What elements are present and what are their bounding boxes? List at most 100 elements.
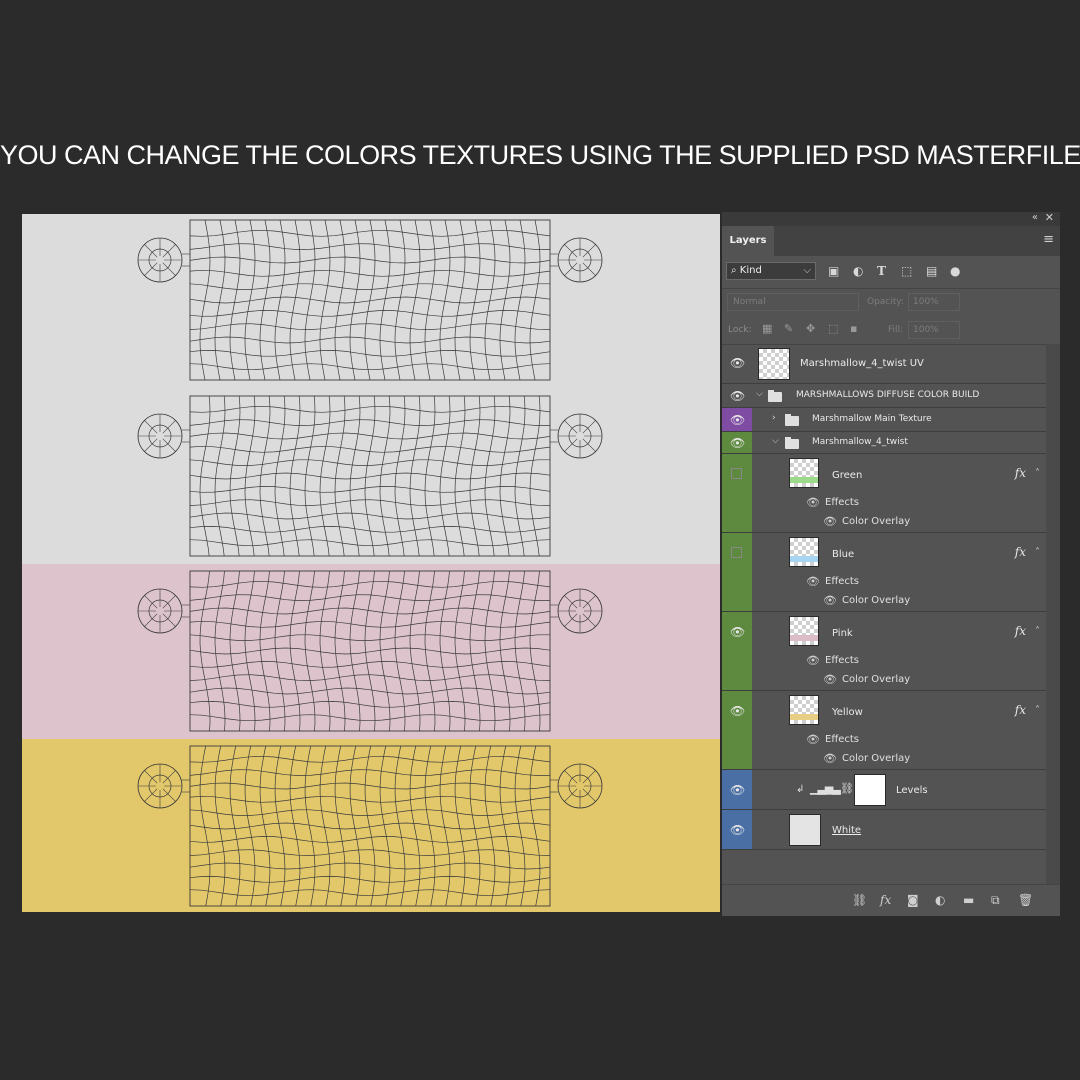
uv-cap-spoke <box>582 438 596 452</box>
uv-mesh-line <box>189 419 551 426</box>
layer-row-main-texture-group[interactable]: 👁 › Marshmallow Main Texture <box>722 408 1046 432</box>
delete-layer-icon[interactable]: 🗑 <box>1018 893 1033 907</box>
fx-icon[interactable]: fx <box>1015 624 1026 638</box>
uv-mesh-line <box>334 745 346 907</box>
uv-mesh-line <box>289 570 301 732</box>
new-adjustment-icon[interactable]: ◐ <box>935 893 945 907</box>
panel-tab-strip: Layers ≡ <box>722 226 1060 256</box>
effects-label: Effects <box>825 655 859 666</box>
folder-icon <box>785 437 799 449</box>
eye-icon[interactable]: 👁 <box>806 575 820 588</box>
link-layers-icon[interactable]: ⛓ <box>852 893 867 907</box>
pixel-filter-icon[interactable]: ▣ <box>828 264 839 278</box>
layer-name: Yellow <box>832 707 863 718</box>
eye-icon[interactable]: 👁 <box>806 654 820 667</box>
chevron-up-icon[interactable]: ˄ <box>1035 705 1040 716</box>
layer-row-twist-group[interactable]: 👁 ⌵ Marshmallow_4_twist <box>722 432 1046 454</box>
new-layer-icon[interactable]: ⧉ <box>991 893 1000 908</box>
layer-row-uv[interactable]: 👁 Marshmallow_4_twist UV <box>722 344 1046 384</box>
chevron-up-icon[interactable]: ˄ <box>1035 626 1040 637</box>
filter-toggle-icon[interactable]: ● <box>950 264 960 278</box>
color-label-green <box>722 454 752 532</box>
fx-icon[interactable]: fx <box>1015 703 1026 717</box>
eye-icon[interactable]: 👁 <box>730 823 745 837</box>
layer-row-levels[interactable]: 👁 ↲ ▁▃▅▃ ⛓ Levels <box>722 770 1046 810</box>
eye-icon[interactable]: 👁 <box>806 496 820 509</box>
uv-mesh-line <box>454 219 466 381</box>
uv-mesh-line <box>439 395 451 557</box>
uv-cap-spoke <box>564 788 578 802</box>
layer-row-white[interactable]: 👁 White <box>722 810 1046 850</box>
layer-row-yellow[interactable]: 👁 Yellow fx ˄ 👁 Effects 👁 Color Overlay <box>722 691 1046 770</box>
chevron-up-icon[interactable]: ˄ <box>1035 468 1040 479</box>
chevron-down-icon[interactable]: ⌵ <box>772 436 779 446</box>
uv-mesh-line <box>189 499 551 506</box>
blend-mode-select[interactable]: Normal <box>727 293 859 311</box>
add-style-icon[interactable]: fx <box>880 893 891 907</box>
eye-icon[interactable]: 👁 <box>823 752 837 765</box>
new-group-icon[interactable]: ▬ <box>963 893 974 907</box>
eye-icon[interactable]: 👁 <box>823 594 837 607</box>
lock-transparent-icon[interactable]: ▦ <box>762 322 772 335</box>
layer-row-diffuse-group[interactable]: 👁 ⌵ MARSHMALLOWS DIFFUSE COLOR BUILD <box>722 384 1046 408</box>
uv-mesh-line <box>214 219 226 381</box>
chevron-up-icon[interactable]: ˄ <box>1035 547 1040 558</box>
eye-icon[interactable]: 👁 <box>823 673 837 686</box>
lock-image-icon[interactable]: ✎ <box>784 322 793 335</box>
fill-input[interactable]: 100% <box>908 321 960 339</box>
panel-menu-icon[interactable]: ≡ <box>1043 232 1054 247</box>
uv-mesh-line <box>189 755 551 763</box>
layer-row-green[interactable]: Green fx ˄ 👁 Effects 👁 Color Overlay <box>722 454 1046 533</box>
uv-cap-spoke <box>564 244 578 258</box>
uv-mesh-line <box>214 570 226 732</box>
layer-thumbnail <box>789 458 819 488</box>
shape-filter-icon[interactable]: ⬚ <box>901 264 912 278</box>
chevron-right-icon[interactable]: › <box>772 413 776 423</box>
eye-icon[interactable]: 👁 <box>730 413 745 427</box>
eye-icon[interactable]: 👁 <box>730 783 745 797</box>
eye-icon[interactable]: 👁 <box>730 389 745 403</box>
uv-mesh-line <box>189 714 551 722</box>
uv-mesh-line <box>409 745 421 907</box>
layer-thumbnail <box>789 695 819 725</box>
effect-name: Color Overlay <box>842 674 911 685</box>
chevron-down-icon[interactable]: ⌵ <box>756 389 763 399</box>
lock-all-icon[interactable]: ▪ <box>850 322 857 335</box>
uv-mesh-line <box>529 395 541 557</box>
eye-icon[interactable]: 👁 <box>730 625 745 639</box>
layer-row-pink[interactable]: 👁 Pink fx ˄ 👁 Effects 👁 Color Overlay <box>722 612 1046 691</box>
collapse-panel-icon[interactable]: « <box>1032 212 1038 223</box>
link-icon[interactable]: ⛓ <box>840 782 854 795</box>
uv-mesh-line <box>189 539 551 547</box>
opacity-input[interactable]: 100% <box>908 293 960 311</box>
eye-icon[interactable]: 👁 <box>730 704 745 718</box>
lock-row: Lock: ▦ ✎ ✥ ⬚ ▪ Fill: 100% <box>722 316 1060 345</box>
add-mask-icon[interactable]: ◙ <box>907 893 919 907</box>
adjustment-filter-icon[interactable]: ◐ <box>853 264 863 278</box>
layer-name: Pink <box>832 628 853 639</box>
eye-icon[interactable]: 👁 <box>730 436 745 450</box>
eye-icon[interactable]: 👁 <box>730 356 745 370</box>
lock-position-icon[interactable]: ✥ <box>806 322 815 335</box>
layer-row-blue[interactable]: Blue fx ˄ 👁 Effects 👁 Color Overlay <box>722 533 1046 612</box>
uv-mesh-line <box>189 580 551 588</box>
lock-artboard-icon[interactable]: ⬚ <box>828 322 838 335</box>
eye-icon[interactable]: 👁 <box>823 515 837 528</box>
effect-name: Color Overlay <box>842 595 911 606</box>
close-icon[interactable]: ✕ <box>1045 211 1054 224</box>
tab-layers[interactable]: Layers <box>722 226 774 256</box>
uv-mesh-line <box>189 486 551 493</box>
layer-name: Marshmallow Main Texture <box>812 414 932 424</box>
uv-mesh-line <box>214 395 226 557</box>
uv-mesh-line <box>189 607 551 615</box>
eye-icon[interactable]: 👁 <box>806 733 820 746</box>
kind-filter-select[interactable]: ⌕ Kind ⌵ <box>726 262 816 280</box>
uv-cap-spoke <box>162 595 176 609</box>
visibility-toggle-off[interactable] <box>731 547 742 558</box>
fx-icon[interactable]: fx <box>1015 466 1026 480</box>
type-filter-icon[interactable]: T <box>877 264 886 278</box>
fx-icon[interactable]: fx <box>1015 545 1026 559</box>
smart-object-filter-icon[interactable]: ▤ <box>926 264 937 278</box>
visibility-toggle-off[interactable] <box>731 468 742 479</box>
scrollbar[interactable] <box>1046 344 1060 884</box>
